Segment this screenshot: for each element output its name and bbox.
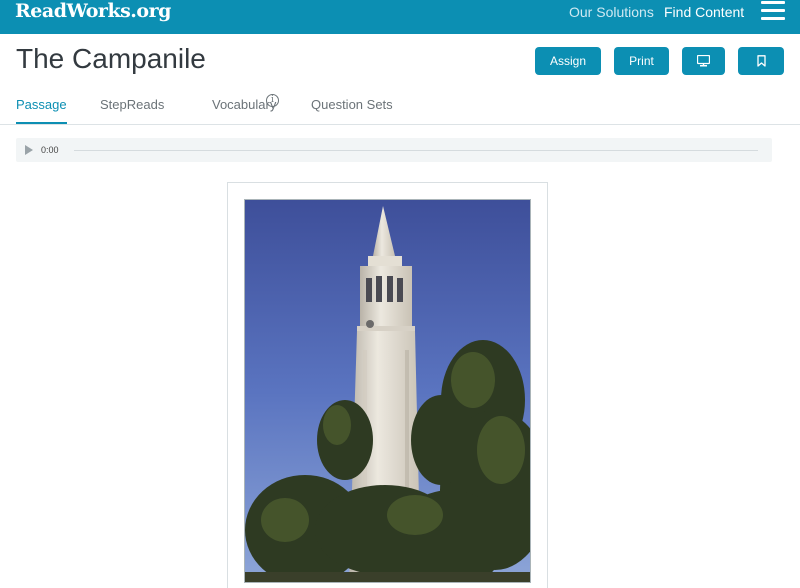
audio-player: 0:00 [16,138,772,162]
bookmark-icon [756,55,766,67]
nav-link-find-content[interactable]: Find Content [664,4,744,20]
print-button[interactable]: Print [614,47,669,75]
audio-progress-track[interactable] [74,150,758,151]
campanile-tower-illustration [245,200,530,582]
tab-vocabulary[interactable]: Vocabulary [212,97,276,113]
tab-passage[interactable]: Passage [16,97,67,113]
hamburger-menu-icon[interactable] [761,1,785,21]
top-nav-bar: ReadWorks.org Our Solutions Find Content [0,0,800,34]
audio-time: 0:00 [41,145,59,155]
campanile-photo [244,199,531,583]
monitor-icon [697,55,710,67]
page-title: The Campanile [16,43,206,74]
tab-stepreads-label: StepReads [100,97,165,112]
tab-stepreads[interactable]: StepReads i [100,94,279,113]
present-button[interactable] [682,47,725,75]
readworks-logo[interactable]: ReadWorks.org [15,0,171,26]
bookmark-button[interactable] [738,47,784,75]
tab-question-sets[interactable]: Question Sets [311,97,393,113]
assign-button[interactable]: Assign [535,47,601,75]
play-icon[interactable] [25,145,33,155]
active-tab-indicator [16,122,67,124]
content-tabs: Passage StepReads i Vocabulary Question … [0,94,800,125]
nav-link-our-solutions[interactable]: Our Solutions [569,4,654,20]
